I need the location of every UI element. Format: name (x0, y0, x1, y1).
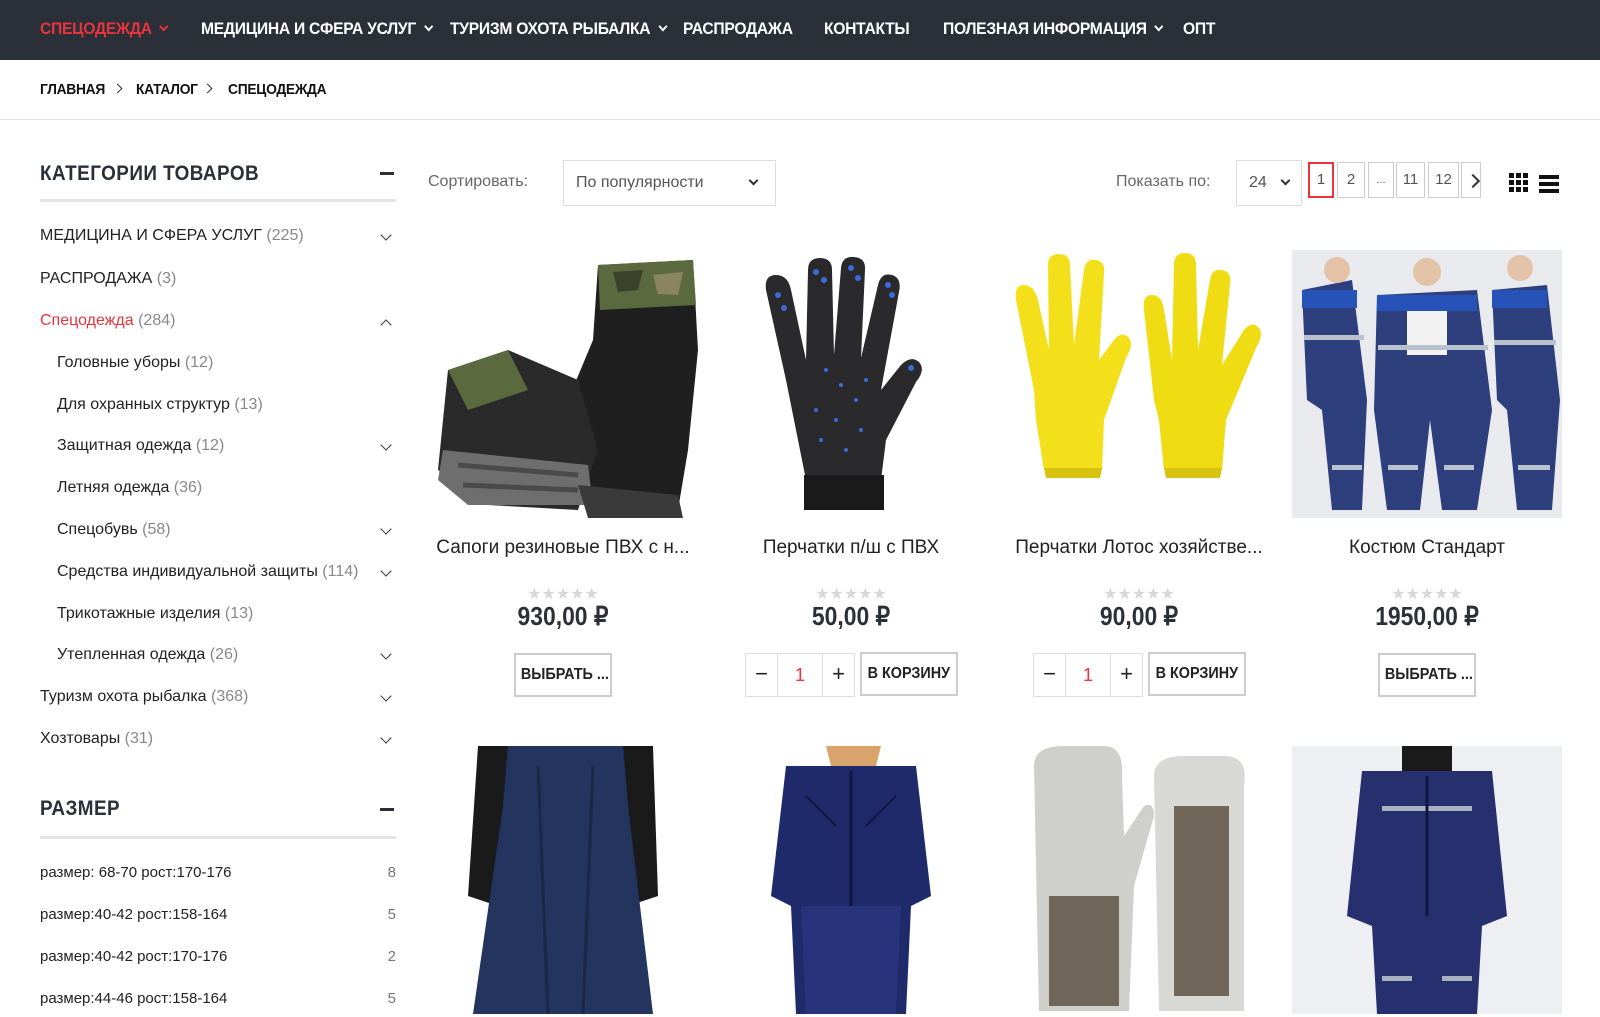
per-page-value: 24 (1249, 174, 1267, 191)
product-price: 90,00 ₽ (1099, 601, 1179, 631)
chevron-down-icon[interactable] (380, 565, 392, 577)
product-price: 1950,00 ₽ (1375, 601, 1479, 631)
nav-item-turizm[interactable]: ТУРИЗМ ОХОТА РЫБАЛКА (450, 0, 668, 60)
product-image-apron[interactable] (428, 746, 698, 1014)
plus-icon[interactable]: + (822, 654, 854, 696)
grid-view-icon[interactable] (1509, 173, 1529, 193)
chevron-down-icon (1154, 21, 1164, 32)
page-ellipsis: ... (1368, 162, 1394, 198)
product-image-gloves-latex[interactable] (1004, 250, 1274, 518)
top-navigation: СПЕЦОДЕЖДА МЕДИЦИНА И СФЕРА УСЛУГ ТУРИЗМ… (0, 0, 1600, 60)
category-specobuv[interactable]: Спецобувь (58) (57, 521, 171, 539)
show-label: Показать по: (1116, 173, 1211, 190)
chevron-down-icon[interactable] (380, 690, 392, 702)
sort-value: По популярности (576, 174, 704, 191)
category-uteplennaya[interactable]: Утепленная одежда (26) (57, 646, 238, 664)
per-page-select[interactable]: 24 (1236, 160, 1302, 206)
minus-icon[interactable]: − (746, 654, 778, 696)
category-okhrannye[interactable]: Для охранных структур (13) (57, 396, 263, 414)
category-trikotazh[interactable]: Трикотажные изделия (13) (57, 605, 253, 623)
breadcrumb-home[interactable]: ГЛАВНАЯ (40, 81, 105, 98)
size-title: РАЗМЕР (40, 797, 121, 820)
chevron-down-icon[interactable] (380, 648, 392, 660)
product-image-suit[interactable] (1292, 250, 1562, 518)
chevron-down-icon (748, 175, 759, 186)
chevron-right-icon (202, 83, 213, 94)
chevron-down-icon (1280, 175, 1291, 186)
size-filter-item[interactable]: размер:44-46 рост:158-164 5 (40, 990, 396, 1007)
product-name[interactable]: Костюм Стандарт (1282, 537, 1572, 559)
chevron-down-icon (423, 21, 433, 32)
product-image-insulated-suit[interactable] (1292, 746, 1562, 1014)
chevron-down-icon[interactable] (380, 229, 392, 241)
breadcrumb-current: СПЕЦОДЕЖДА (228, 81, 327, 98)
breadcrumb: ГЛАВНАЯ КАТАЛОГ СПЕЦОДЕЖДА (0, 60, 1600, 120)
category-zashchitnaya[interactable]: Защитная одежда (12) (57, 437, 224, 455)
size-filter-item[interactable]: размер:40-42 рост:170-176 2 (40, 948, 396, 965)
product-name[interactable]: Сапоги резиновые ПВХ с н... (418, 537, 708, 559)
chevron-right-icon (112, 83, 123, 94)
category-khoztovary[interactable]: Хозтовары (31) (40, 730, 153, 748)
collapse-minus-icon[interactable] (380, 172, 394, 175)
chevron-down-icon[interactable] (380, 523, 392, 535)
product-name[interactable]: Перчатки п/ш с ПВХ (706, 537, 996, 559)
page-11[interactable]: 11 (1396, 162, 1425, 198)
sort-select[interactable]: По популярности (563, 160, 776, 206)
chevron-up-icon[interactable] (380, 319, 392, 331)
category-rasprodazha[interactable]: РАСПРОДАЖА (3) (40, 270, 176, 288)
select-options-button[interactable]: ВЫБРАТЬ ... (514, 653, 612, 697)
sort-label: Сортировать: (428, 173, 529, 190)
categories-divider (40, 199, 396, 202)
size-filter-item[interactable]: размер:40-42 рост:158-164 5 (40, 906, 396, 923)
category-siz[interactable]: Средства индивидуальной защиты (114) (57, 563, 358, 581)
nav-item-opt[interactable]: ОПТ (1183, 0, 1215, 60)
add-to-cart-button[interactable]: В КОРЗИНУ (1148, 652, 1246, 696)
list-view-icon[interactable] (1539, 175, 1559, 193)
chevron-down-icon (159, 21, 169, 32)
next-page-icon[interactable] (1461, 162, 1481, 198)
chevron-down-icon[interactable] (380, 439, 392, 451)
product-image-mittens[interactable] (1004, 746, 1274, 1014)
breadcrumb-catalog[interactable]: КАТАЛОГ (136, 81, 198, 98)
quantity-value[interactable]: 1 (1066, 654, 1110, 696)
product-image-gloves-pvc[interactable] (716, 250, 986, 518)
category-specodezhda[interactable]: Спецодежда (284) (40, 312, 175, 330)
add-to-cart-button[interactable]: В КОРЗИНУ (860, 652, 958, 696)
category-letnyaya[interactable]: Летняя одежда (36) (57, 479, 202, 497)
product-image-winter-jacket[interactable] (716, 746, 986, 1014)
quantity-stepper[interactable]: − 1 + (1033, 653, 1143, 697)
product-price: 930,00 ₽ (517, 601, 609, 631)
category-turizm[interactable]: Туризм охота рыбалка (368) (40, 688, 248, 706)
nav-item-medicina[interactable]: МЕДИЦИНА И СФЕРА УСЛУГ (201, 0, 433, 60)
product-name[interactable]: Перчатки Лотос хозяйстве... (994, 537, 1284, 559)
plus-icon[interactable]: + (1110, 654, 1142, 696)
product-price: 50,00 ₽ (811, 601, 891, 631)
select-options-button[interactable]: ВЫБРАТЬ ... (1378, 653, 1476, 697)
minus-icon[interactable]: − (1034, 654, 1066, 696)
page-12[interactable]: 12 (1428, 162, 1459, 198)
nav-item-poleznaya-info[interactable]: ПОЛЕЗНАЯ ИНФОРМАЦИЯ (943, 0, 1164, 60)
size-divider (40, 836, 396, 839)
category-medicina[interactable]: МЕДИЦИНА И СФЕРА УСЛУГ (225) (40, 227, 304, 245)
quantity-value[interactable]: 1 (778, 654, 822, 696)
nav-item-specodezhda[interactable]: СПЕЦОДЕЖДА (40, 0, 169, 60)
chevron-down-icon[interactable] (380, 732, 392, 744)
quantity-stepper[interactable]: − 1 + (745, 653, 855, 697)
nav-item-kontakty[interactable]: КОНТАКТЫ (824, 0, 910, 60)
chevron-down-icon (658, 21, 668, 32)
categories-title: КАТЕГОРИИ ТОВАРОВ (40, 162, 260, 185)
category-golovnye-ubory[interactable]: Головные уборы (12) (57, 354, 213, 372)
page-2[interactable]: 2 (1337, 162, 1365, 198)
nav-item-rasprodazha[interactable]: РАСПРОДАЖА (683, 0, 793, 60)
product-image-boots[interactable] (428, 250, 698, 518)
page-1[interactable]: 1 (1308, 162, 1334, 198)
collapse-minus-icon[interactable] (380, 808, 394, 811)
size-filter-item[interactable]: размер: 68-70 рост:170-176 8 (40, 864, 396, 881)
